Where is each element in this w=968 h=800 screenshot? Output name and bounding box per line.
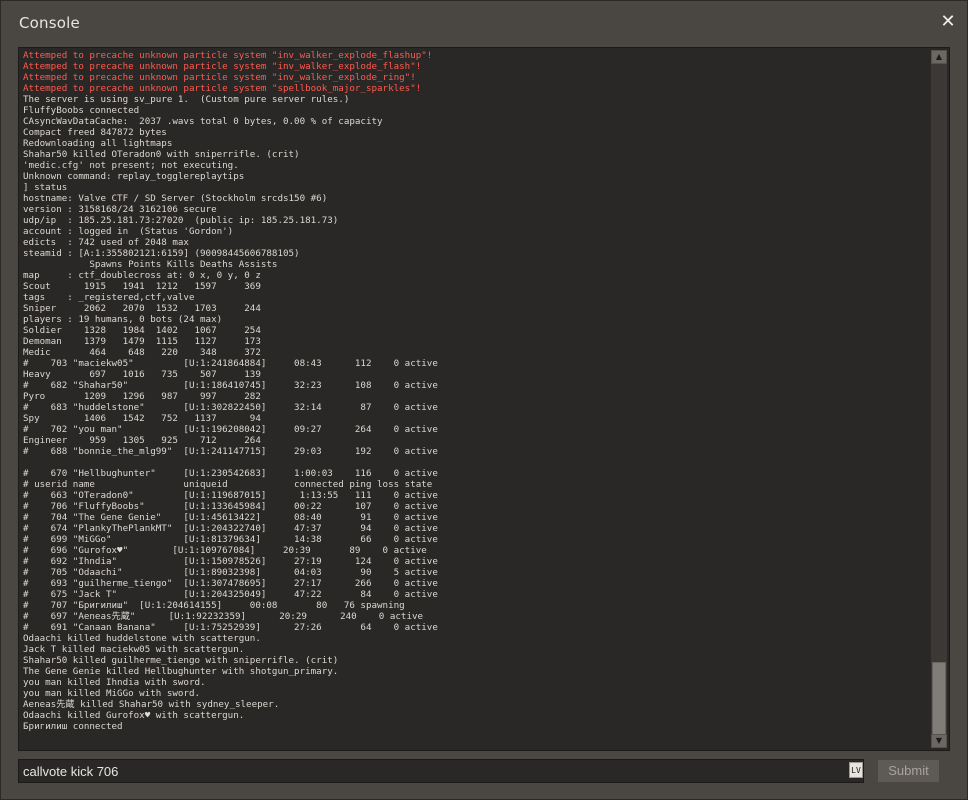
console-line: # 693 "guilherme_tiengo" [U:1:307478695]…	[23, 578, 438, 589]
console-line: # 702 "you man" [U:1:196208042] 09:27 26…	[23, 424, 438, 435]
title-bar[interactable]: Console ✕	[1, 1, 967, 45]
console-line: Pyro 1209 1296 987 997 282	[23, 391, 261, 402]
console-line: # 705 "Odaachi" [U:1:89032398] 04:03 90 …	[23, 567, 438, 578]
console-line: players : 19 humans, 0 bots (24 max)	[23, 314, 223, 325]
console-line: udp/ip : 185.25.181.73:27020 (public ip:…	[23, 215, 339, 226]
console-line: # 675 "Jack T" [U:1:204325049] 47:22 84 …	[23, 589, 438, 600]
console-line: Aeneas先蔵 killed Shahar50 with sydney_sle…	[23, 699, 280, 710]
console-line: Jack T killed maciekw05 with scattergun.	[23, 644, 245, 655]
command-input-wrapper	[18, 759, 864, 783]
console-window: Console ✕ Attemped to precache unknown p…	[0, 0, 968, 800]
console-line: # 706 "FluffyBoobs" [U:1:133645984] 00:2…	[23, 501, 438, 512]
console-line: Unknown command: replay_togglereplaytips	[23, 171, 245, 182]
console-line: Shahar50 killed OTeradon0 with sniperrif…	[23, 149, 300, 160]
console-line: map : ctf_doublecross at: 0 x, 0 y, 0 z	[23, 270, 261, 281]
console-line: # 703 "maciekw05" [U:1:241864884] 08:43 …	[23, 358, 438, 369]
scrollbar-track[interactable]	[931, 64, 947, 746]
console-line: hostname: Valve CTF / SD Server (Stockho…	[23, 193, 328, 204]
lv-badge: LV	[849, 762, 863, 778]
console-line: Heavy 697 1016 735 507 139	[23, 369, 261, 380]
console-line-error: Attemped to precache unknown particle sy…	[23, 61, 422, 72]
console-line: account : logged in (Status 'Gordon')	[23, 226, 234, 237]
console-line: version : 3158168/24 3162106 secure	[23, 204, 217, 215]
console-line: Demoman 1379 1479 1115 1127 173	[23, 336, 261, 347]
vertical-scrollbar[interactable]: ▲ ▼	[931, 50, 947, 748]
console-line: Medic 464 648 220 348 372	[23, 347, 261, 358]
console-line: FluffyBoobs connected	[23, 105, 140, 116]
submit-button[interactable]: Submit	[877, 759, 940, 783]
console-line: The Gene Genie killed Hellbughunter with…	[23, 666, 339, 677]
console-line: # 688 "bonnie_the_mlg99" [U:1:241147715]…	[23, 446, 438, 457]
console-line: CAsyncWavDataCache: 2037 .wavs total 0 b…	[23, 116, 383, 127]
console-line: # 682 "Shahar50" [U:1:186410745] 32:23 1…	[23, 380, 438, 391]
console-line: Бригилиш connected	[23, 721, 123, 732]
console-line: Odaachi killed Gurofox♥ with scattergun.	[23, 710, 245, 721]
console-output: Attemped to precache unknown particle sy…	[23, 50, 927, 746]
console-line: Scout 1915 1941 1212 1597 369	[23, 281, 261, 292]
console-line: Shahar50 killed guilherme_tiengo with sn…	[23, 655, 339, 666]
console-line: you man killed Ihndia with sword.	[23, 677, 206, 688]
console-line: Engineer 959 1305 925 712 264	[23, 435, 261, 446]
window-title: Console	[19, 14, 80, 32]
console-line: Odaachi killed huddelstone with scatterg…	[23, 633, 261, 644]
console-output-panel: Attemped to precache unknown particle sy…	[18, 47, 950, 751]
console-line: # 697 "Aeneas先蔵" [U:1:92232359] 20:29 24…	[23, 611, 424, 622]
console-line-error: Attemped to precache unknown particle sy…	[23, 50, 433, 61]
console-line: Soldier 1328 1984 1402 1067 254	[23, 325, 261, 336]
console-line: Sniper 2062 2070 1532 1703 244	[23, 303, 261, 314]
close-icon[interactable]: ✕	[938, 12, 958, 32]
console-line: # 696 "Gurofox♥" [U:1:109767084] 20:39 8…	[23, 545, 427, 556]
console-line: steamid : [A:1:3558021​21:6159] (9009844…	[23, 248, 300, 259]
console-line: # 674 "PlankyThePlankMT" [U:1:204322740]…	[23, 523, 438, 534]
console-line: Spawns Points Kills Deaths Assists	[23, 259, 278, 270]
console-line: Compact freed 847872 bytes	[23, 127, 167, 138]
scroll-down-arrow-icon[interactable]: ▼	[931, 734, 947, 748]
console-line: tags : _registered,ctf,valve	[23, 292, 195, 303]
command-input[interactable]	[19, 760, 863, 782]
console-line: # 707 "Бригилиш" [U:1:204614155] 00:08 8…	[23, 600, 405, 611]
console-line-error: Attemped to precache unknown particle sy…	[23, 83, 422, 94]
console-line: 'medic.cfg' not present; not executing.	[23, 160, 239, 171]
console-line: ] status	[23, 182, 68, 193]
console-line: # 670 "Hellbughunter" [U:1:230542683] 1:…	[23, 468, 438, 479]
console-line: you man killed MiGGo with sword.	[23, 688, 201, 699]
console-line: Spy 1406 1542 752 1137 94	[23, 413, 261, 424]
console-line: # 704 "The Gene Genie" [U:1:45613422] 08…	[23, 512, 438, 523]
console-line: edicts : 742 used of 2048 max	[23, 237, 189, 248]
console-line: # 692 "Ihndia" [U:1:150978526] 27:19 124…	[23, 556, 438, 567]
console-line: # 663 "OTeradon0" [U:1:119687015] 1:13:5…	[23, 490, 438, 501]
console-line: # userid name uniqueid connected ping lo…	[23, 479, 433, 490]
console-line: # 683 "huddelstone" [U:1:302822450] 32:1…	[23, 402, 438, 413]
console-line: # 699 "MiGGo" [U:1:81379634] 14:38 66 0 …	[23, 534, 438, 545]
console-line: The server is using sv_pure 1. (Custom p…	[23, 94, 350, 105]
console-line-error: Attemped to precache unknown particle sy…	[23, 72, 416, 83]
console-line: Redownloading all lightmaps	[23, 138, 173, 149]
scroll-up-arrow-icon[interactable]: ▲	[931, 50, 947, 64]
console-line: # 691 "Canaan Banana" [U:1:75252939] 27:…	[23, 622, 438, 633]
